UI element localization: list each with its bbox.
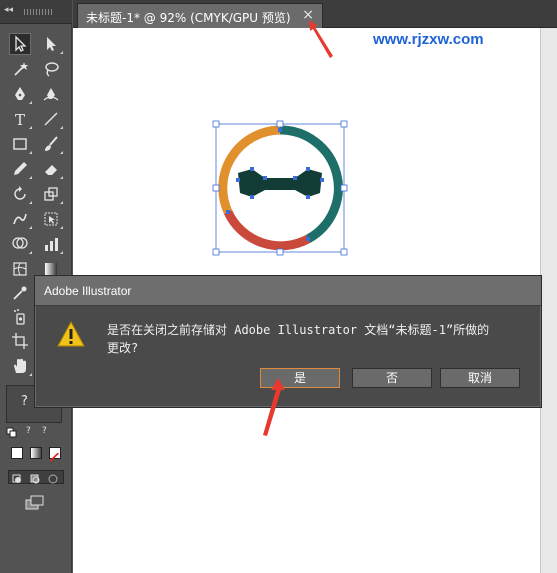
illustrator-window: 未标题-1* @ 92% (CMYK/GPU 预览) × www.rjzxw.c… (0, 0, 557, 573)
paintbrush-tool[interactable] (40, 133, 63, 155)
mesh-icon (13, 262, 27, 276)
hand-icon (14, 358, 26, 373)
fill-stroke-label: ? (21, 394, 28, 409)
line-tool[interactable] (40, 108, 63, 130)
color-mode-swatch[interactable] (11, 447, 23, 459)
magic-wand-icon (14, 62, 28, 76)
warning-icon (57, 321, 85, 347)
vertical-scrollbar[interactable] (540, 28, 557, 573)
rectangle-tool[interactable] (9, 133, 32, 155)
warp-tool[interactable] (9, 208, 32, 230)
warp-icon (13, 213, 27, 225)
selection-tool[interactable] (9, 33, 31, 55)
eyedropper-icon (13, 286, 27, 300)
selected-artwork[interactable] (210, 118, 350, 258)
brush-icon (45, 136, 58, 151)
shape-builder-tool[interactable] (9, 233, 32, 255)
collapse-panel-icon[interactable]: ◂◂ (4, 4, 18, 16)
sprayer-icon (14, 309, 25, 325)
rotate-tool[interactable] (9, 183, 32, 205)
graph-icon (45, 238, 58, 251)
free-transform-icon (44, 212, 58, 226)
graph-tool[interactable] (40, 233, 63, 255)
no-button[interactable]: 否 (352, 368, 432, 388)
svg-text:T: T (15, 111, 25, 128)
default-colors-icon[interactable]: ? (42, 426, 47, 436)
scale-tool[interactable] (40, 183, 63, 205)
document-tab-title: 未标题-1* @ 92% (CMYK/GPU 预览) (86, 11, 291, 25)
eraser-tool[interactable] (40, 158, 63, 180)
hand-tool[interactable] (9, 355, 32, 377)
hollow-arrow-icon (47, 37, 56, 51)
symbol-sprayer-tool[interactable] (9, 306, 31, 328)
dialog-message: 是否在关闭之前存储对 Adobe Illustrator 文档“未标题-1”所做… (107, 321, 527, 357)
save-changes-dialog: Adobe Illustrator 是否在关闭之前存储对 Adobe Illus… (34, 275, 542, 408)
change-screen-mode-icon[interactable] (24, 494, 46, 512)
rotate-icon (14, 186, 26, 200)
drawing-modes[interactable] (8, 470, 64, 484)
annotation-arrow-yes (263, 378, 285, 436)
direct-selection-tool[interactable] (40, 33, 63, 55)
dialog-title: Adobe Illustrator (44, 284, 132, 298)
pencil-tool[interactable] (9, 158, 32, 180)
type-tool[interactable]: T (9, 108, 32, 130)
artboard-icon (12, 333, 28, 349)
dialog-message-line-1: 是否在关闭之前存储对 Adobe Illustrator 文档“未标题-1”所做… (107, 323, 490, 337)
tools-panel-header: ◂◂ (0, 0, 72, 24)
dialog-title-bar[interactable]: Adobe Illustrator (35, 276, 541, 306)
gradient-mode-swatch[interactable] (30, 447, 42, 459)
drawing-mode-icons (12, 474, 58, 484)
mesh-tool[interactable] (9, 258, 31, 280)
curvature-tool[interactable] (40, 83, 62, 105)
lasso-tool[interactable] (40, 58, 62, 80)
none-slash-icon (49, 452, 59, 462)
type-icon: T (15, 111, 25, 128)
shape-builder-icon (12, 237, 28, 249)
line-icon (44, 112, 58, 126)
artboard-tool[interactable] (9, 330, 31, 352)
arrow-icon (15, 35, 27, 52)
default-fill-stroke-icon[interactable] (6, 424, 18, 438)
dialog-message-line-2: 更改? (107, 341, 139, 355)
none-mode-swatch[interactable] (49, 447, 61, 462)
eraser-icon (45, 165, 57, 175)
curvature-pen-icon (43, 88, 59, 101)
scale-icon (44, 187, 58, 201)
cancel-button[interactable]: 取消 (440, 368, 520, 388)
free-transform-tool[interactable] (40, 208, 63, 230)
pencil-icon (14, 162, 27, 175)
lasso-icon (45, 62, 59, 77)
pen-icon (15, 87, 25, 100)
ring-arc-red (223, 209, 311, 251)
annotation-arrow-close (309, 20, 333, 58)
bowtie-shape (238, 169, 322, 197)
pen-tool[interactable] (9, 83, 32, 105)
magic-wand-tool[interactable] (9, 58, 31, 80)
panel-grip[interactable] (24, 9, 54, 15)
watermark-text: www.rjzxw.com (373, 31, 484, 48)
eyedropper-tool[interactable] (9, 282, 31, 304)
swap-fill-stroke-icon[interactable]: ? (26, 426, 31, 436)
document-tab[interactable]: 未标题-1* @ 92% (CMYK/GPU 预览) × (77, 3, 323, 28)
rectangle-icon (13, 138, 27, 150)
